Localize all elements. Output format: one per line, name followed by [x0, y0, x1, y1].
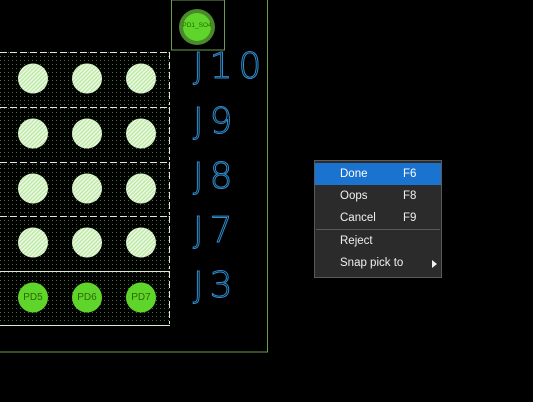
menu-item-done-label: Done: [340, 168, 368, 180]
menu-item-cancel[interactable]: Cancel F9: [315, 207, 441, 229]
hatched-pad[interactable]: [18, 118, 48, 149]
hatched-pad[interactable]: [18, 63, 48, 94]
submenu-arrow-icon: [432, 260, 437, 268]
menu-item-snap-pick-to-label: Snap pick to: [340, 257, 404, 269]
component-row[interactable]: [0, 52, 170, 105]
hatched-pad[interactable]: [18, 227, 48, 258]
menu-item-reject-label: Reject: [340, 235, 373, 247]
menu-item-reject[interactable]: Reject: [315, 230, 441, 252]
hatched-pad[interactable]: [126, 118, 156, 149]
hatched-pad[interactable]: [72, 118, 102, 149]
component-row[interactable]: [0, 271, 170, 326]
component-row[interactable]: [0, 162, 170, 215]
top-pad[interactable]: [179, 9, 215, 45]
hatched-pad[interactable]: [126, 227, 156, 258]
menu-item-cancel-shortcut: F9: [403, 212, 417, 224]
component-row[interactable]: [0, 107, 170, 160]
hatched-pad[interactable]: [72, 173, 102, 204]
solid-pad[interactable]: [126, 282, 156, 313]
hatched-pad[interactable]: [126, 63, 156, 94]
ref-label-j3: J3: [193, 265, 239, 306]
ref-label-j8: J8: [193, 156, 239, 197]
menu-item-oops-shortcut: F8: [403, 190, 417, 202]
component-rows: [0, 52, 170, 326]
solid-pad[interactable]: [18, 282, 48, 313]
ref-label-j9: J9: [193, 101, 239, 142]
hatched-pad[interactable]: [18, 173, 48, 204]
menu-item-snap-pick-to[interactable]: Snap pick to: [315, 252, 441, 274]
component-row[interactable]: [0, 216, 170, 269]
ref-label-j7: J7: [193, 210, 239, 251]
menu-item-cancel-label: Cancel: [340, 212, 376, 224]
menu-item-done-shortcut: F6: [403, 168, 417, 180]
context-menu: Done F6 Oops F8 Cancel F9 Reject Snap pi…: [314, 160, 442, 278]
hatched-pad[interactable]: [126, 173, 156, 204]
menu-item-oops-label: Oops: [340, 190, 368, 202]
solid-pad[interactable]: [72, 282, 102, 313]
ref-label-j10: J10: [192, 46, 268, 87]
hatched-pad[interactable]: [72, 63, 102, 94]
hatched-pad[interactable]: [72, 227, 102, 258]
menu-item-oops[interactable]: Oops F8: [315, 185, 441, 207]
menu-item-done[interactable]: Done F6: [315, 163, 441, 185]
